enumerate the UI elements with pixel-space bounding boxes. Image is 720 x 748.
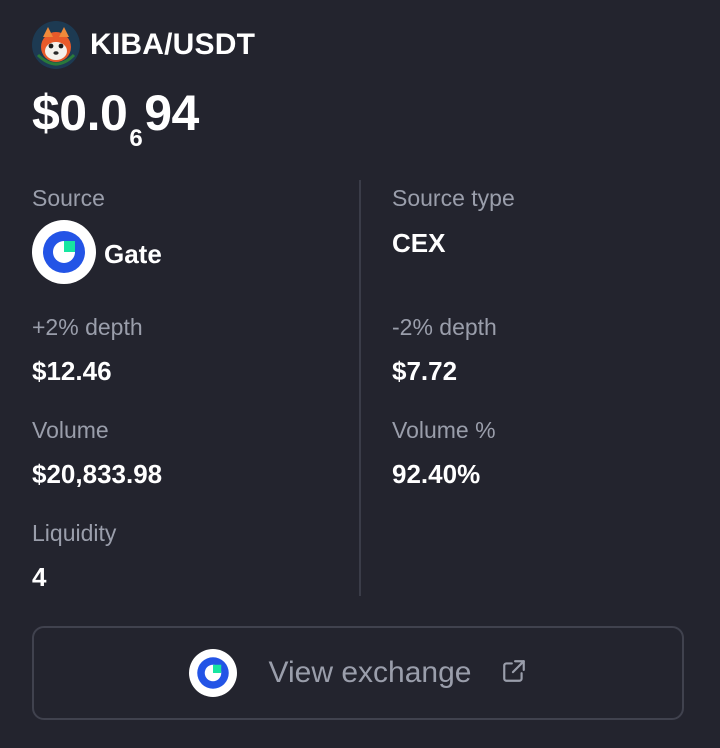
gate-logo-icon xyxy=(188,649,237,697)
source-type-label: Source type xyxy=(392,185,515,211)
volume-percent-value: 92.40% xyxy=(392,459,481,489)
gate-logo-icon xyxy=(32,220,96,284)
external-link-icon xyxy=(501,658,527,689)
price-prefix: $0.0 xyxy=(32,85,128,141)
view-exchange-label: View exchange xyxy=(268,656,472,689)
token-price: $0.0694 xyxy=(32,80,199,156)
column-divider xyxy=(359,180,361,596)
pair-label: KIBA/USDT xyxy=(90,28,256,61)
minus-depth-label: -2% depth xyxy=(392,314,497,340)
minus-depth-value: $7.72 xyxy=(392,356,458,386)
pair-header: KIBA/USDT xyxy=(32,20,255,70)
kiba-token-icon xyxy=(32,21,80,69)
liquidity-label: Liquidity xyxy=(32,520,117,546)
source-type-value: CEX xyxy=(392,228,446,258)
source-label: Source xyxy=(32,185,105,211)
source-name: Gate xyxy=(104,238,162,269)
price-digits: 94 xyxy=(144,85,199,141)
volume-value: $20,833.98 xyxy=(32,459,163,489)
source-block: Gate xyxy=(32,220,162,284)
plus-depth-value: $12.46 xyxy=(32,356,112,386)
price-zero-count: 6 xyxy=(129,125,143,152)
volume-percent-label: Volume % xyxy=(392,417,496,443)
plus-depth-label: +2% depth xyxy=(32,314,143,340)
volume-label: Volume xyxy=(32,417,109,443)
liquidity-value: 4 xyxy=(32,562,47,592)
view-exchange-button[interactable]: View exchange xyxy=(32,626,684,720)
